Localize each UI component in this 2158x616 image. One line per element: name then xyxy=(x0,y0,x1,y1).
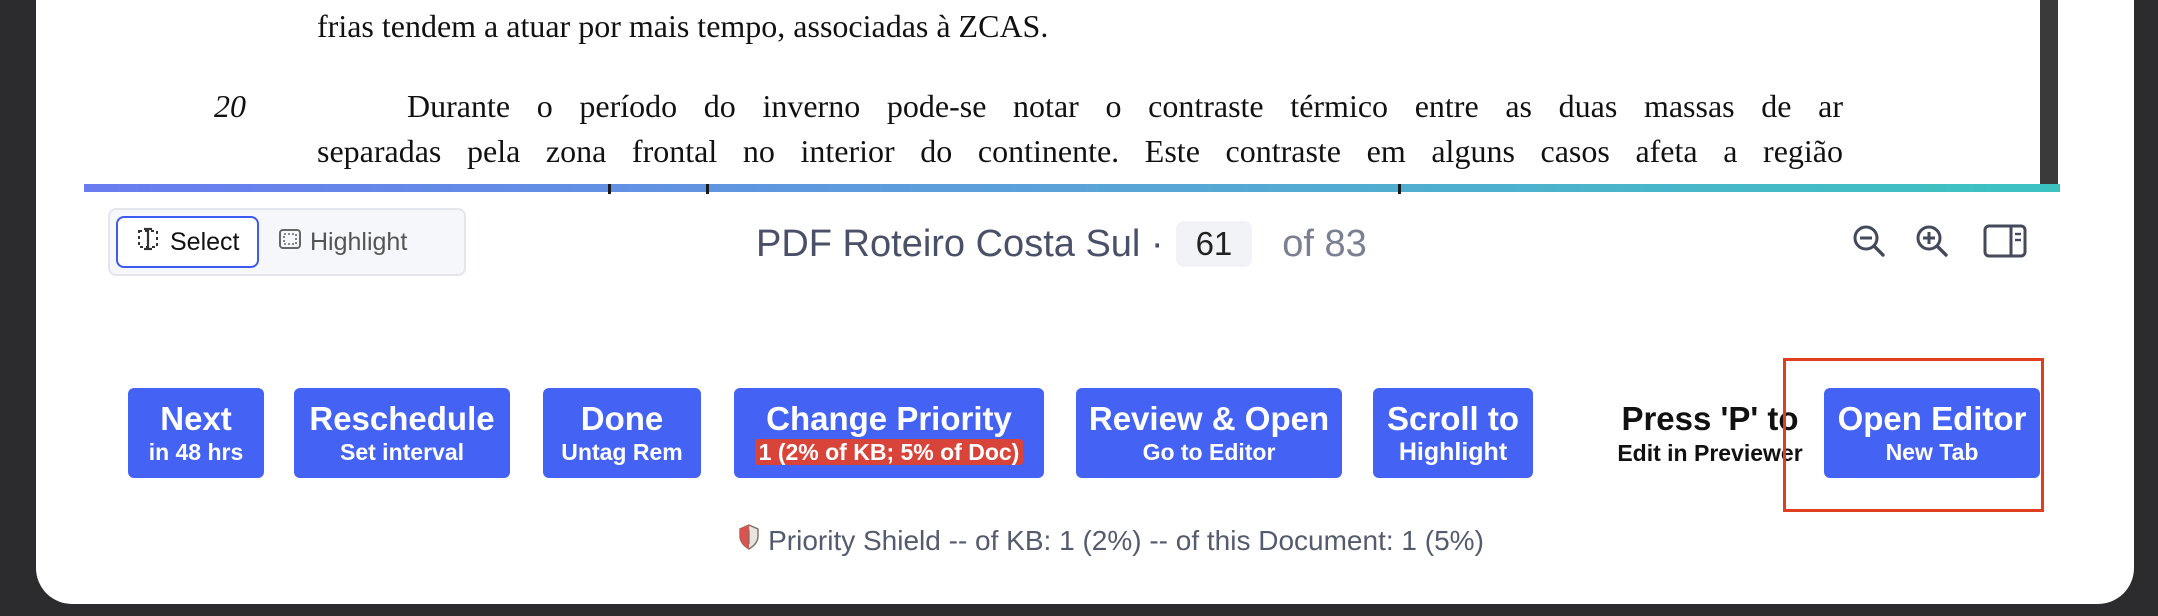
scroll-to-highlight-button[interactable]: Scroll to Highlight xyxy=(1373,388,1533,478)
reschedule-label: Reschedule xyxy=(309,400,495,437)
pdf-text-line: separadas pela zona frontal no interior … xyxy=(317,133,1843,169)
open-editor-label: Open Editor xyxy=(1837,400,2027,437)
document-title: PDF Roteiro Costa Sul · xyxy=(756,222,1164,265)
scroll-to-label: Scroll to xyxy=(1386,400,1520,437)
done-label: Done xyxy=(580,400,664,437)
zoom-out-icon[interactable] xyxy=(1850,222,1888,265)
open-editor-sublabel: New Tab xyxy=(1885,439,1979,465)
page-number-input[interactable]: 61 xyxy=(1175,221,1253,267)
reschedule-sublabel: Set interval xyxy=(340,439,464,465)
open-editor-button[interactable]: Open Editor New Tab xyxy=(1824,388,2040,478)
highlight-marker[interactable] xyxy=(706,184,709,194)
pdf-text-line: Durante o período do inverno pode-se not… xyxy=(407,88,1843,124)
highlight-marker[interactable] xyxy=(1398,184,1401,194)
priority-shield-status: Priority Shield -- of KB: 1 (2%) -- of t… xyxy=(686,524,1536,557)
priority-shield-text: Priority Shield -- of KB: 1 (2%) -- of t… xyxy=(768,524,1484,556)
pdf-page-edge xyxy=(2040,0,2058,190)
next-sublabel: in 48 hrs xyxy=(148,439,244,465)
reschedule-button[interactable]: Reschedule Set interval xyxy=(294,388,510,478)
change-priority-label: Change Priority xyxy=(766,400,1012,437)
next-button[interactable]: Next in 48 hrs xyxy=(128,388,264,478)
shield-icon xyxy=(738,524,760,557)
review-open-button[interactable]: Review & Open Go to Editor xyxy=(1076,388,1342,478)
highlight-mode-label: Highlight xyxy=(310,227,408,256)
priority-badge: 1 (2% of KB; 5% of Doc) xyxy=(754,439,1024,465)
highlight-mode-button[interactable]: Highlight xyxy=(260,216,425,268)
reading-progress-bar xyxy=(84,184,2060,192)
page-total: of 83 xyxy=(1282,222,1367,265)
pdf-line-number: 20 xyxy=(214,88,246,124)
next-label: Next xyxy=(160,400,232,437)
pdf-viewport[interactable]: frias tendem a atuar por mais tempo, ass… xyxy=(36,0,2078,190)
done-sublabel: Untag Rem xyxy=(561,439,683,465)
highlight-marker[interactable] xyxy=(608,184,611,194)
zoom-in-icon[interactable] xyxy=(1913,222,1951,265)
review-open-label: Review & Open xyxy=(1088,400,1330,437)
scroll-to-sublabel: Highlight xyxy=(1398,438,1508,466)
change-priority-button[interactable]: Change Priority 1 (2% of KB; 5% of Doc) xyxy=(734,388,1044,478)
text-select-icon xyxy=(136,226,162,259)
select-mode-button[interactable]: Select xyxy=(116,216,260,268)
sidebar-toggle-icon[interactable] xyxy=(1983,224,2027,263)
selection-mode-toggle: Select Highlight xyxy=(108,208,466,276)
pdf-text-line: frias tendem a atuar por mais tempo, ass… xyxy=(317,8,1049,44)
review-open-sublabel: Go to Editor xyxy=(1142,439,1276,465)
document-title-row: PDF Roteiro Costa Sul · 61 of 83 xyxy=(756,218,1367,270)
done-button[interactable]: Done Untag Rem xyxy=(543,388,701,478)
select-mode-label: Select xyxy=(170,227,240,256)
highlight-area-icon xyxy=(278,227,302,258)
main-panel: frias tendem a atuar por mais tempo, ass… xyxy=(36,0,2134,604)
